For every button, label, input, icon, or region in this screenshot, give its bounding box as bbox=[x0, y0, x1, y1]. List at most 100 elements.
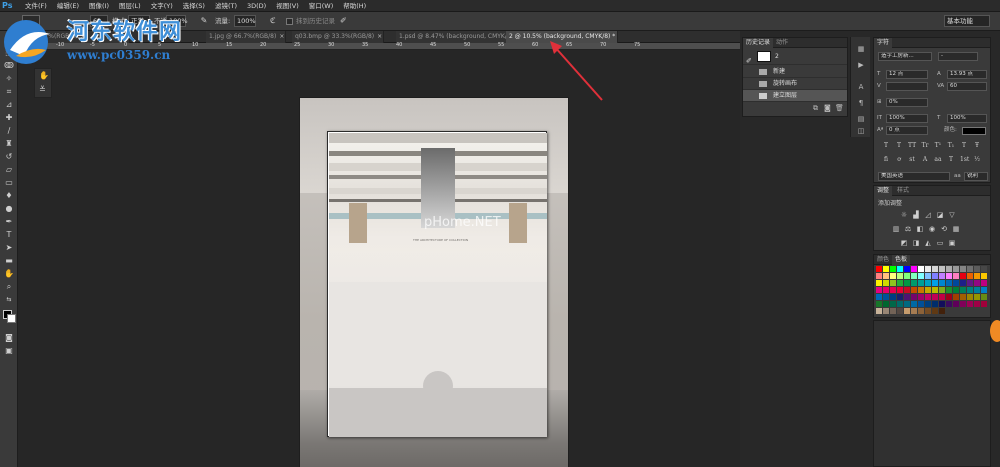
color-swatch[interactable] bbox=[946, 294, 952, 300]
hand-tool-icon[interactable]: ✋ bbox=[3, 269, 15, 278]
quick-select-tool-icon[interactable]: ✧ bbox=[3, 74, 15, 83]
menu-item[interactable]: 选择(S) bbox=[178, 0, 210, 12]
color-swatch[interactable] bbox=[981, 280, 987, 286]
hue-saturation-icon[interactable]: ▥ bbox=[892, 226, 900, 233]
color-swatch[interactable] bbox=[876, 294, 882, 300]
pressure-size-icon[interactable]: ✐ bbox=[340, 15, 347, 27]
color-swatch[interactable] bbox=[890, 280, 896, 286]
color-swatch[interactable] bbox=[897, 308, 903, 314]
history-step[interactable]: 新建 bbox=[743, 66, 847, 78]
gradient-map-icon[interactable]: ▭ bbox=[936, 240, 944, 247]
color-swatch[interactable] bbox=[967, 273, 973, 279]
color-swatch[interactable] bbox=[960, 280, 966, 286]
layers-panel-icon[interactable]: ▤ bbox=[856, 115, 866, 123]
eyedropper-tool-icon[interactable]: ⊿ bbox=[3, 100, 15, 109]
history-checkbox[interactable] bbox=[286, 18, 293, 25]
color-swatch[interactable] bbox=[932, 301, 938, 307]
color-swatch[interactable] bbox=[932, 266, 938, 272]
brightness-icon[interactable]: ☼ bbox=[900, 212, 908, 219]
color-swatch[interactable] bbox=[939, 266, 945, 272]
font-family-select[interactable]: 造字工房新... bbox=[878, 52, 932, 61]
color-swatch[interactable] bbox=[967, 280, 973, 286]
color-swatch[interactable] bbox=[932, 294, 938, 300]
type-style-button[interactable]: T bbox=[895, 142, 903, 150]
color-swatch[interactable] bbox=[974, 273, 980, 279]
color-swatch[interactable] bbox=[904, 301, 910, 307]
scale-field[interactable]: 0% bbox=[886, 98, 928, 107]
menu-item[interactable]: 窗口(W) bbox=[304, 0, 339, 12]
tab-character[interactable]: 字符 bbox=[874, 38, 893, 48]
text-color-swatch[interactable] bbox=[962, 127, 986, 135]
history-step[interactable]: 旋转画布 bbox=[743, 78, 847, 90]
vibrance-icon[interactable]: ▽ bbox=[948, 212, 956, 219]
color-swatch[interactable] bbox=[974, 287, 980, 293]
color-swatch[interactable] bbox=[974, 266, 980, 272]
type-style-button[interactable]: T bbox=[882, 142, 890, 150]
photo-filter-icon[interactable]: ◉ bbox=[928, 226, 936, 233]
color-swatch[interactable] bbox=[876, 308, 882, 314]
color-swatch[interactable] bbox=[883, 287, 889, 293]
color-swatch[interactable] bbox=[960, 301, 966, 307]
opentype-button[interactable]: st bbox=[908, 156, 916, 164]
color-swatch[interactable] bbox=[939, 308, 945, 314]
color-swatch[interactable] bbox=[953, 301, 959, 307]
color-swatch[interactable] bbox=[897, 266, 903, 272]
color-swatch[interactable] bbox=[960, 273, 966, 279]
color-swatch[interactable] bbox=[876, 266, 882, 272]
color-swatch[interactable] bbox=[981, 273, 987, 279]
color-swatch[interactable] bbox=[960, 287, 966, 293]
color-swatch[interactable] bbox=[974, 294, 980, 300]
leading-field[interactable]: 13.93 点 bbox=[947, 70, 987, 79]
swap-colors-icon[interactable]: ⇆ bbox=[3, 295, 15, 304]
color-swatch[interactable] bbox=[932, 308, 938, 314]
tab-close-icon[interactable]: × bbox=[279, 33, 284, 40]
history-step-selected[interactable]: 建立图层 bbox=[743, 90, 847, 102]
healing-tool-icon[interactable]: ✚ bbox=[3, 113, 15, 122]
path-select-tool-icon[interactable]: ➤ bbox=[3, 243, 15, 252]
color-swatch[interactable] bbox=[967, 301, 973, 307]
color-swatch[interactable] bbox=[974, 301, 980, 307]
type-style-button[interactable]: TT bbox=[908, 142, 916, 150]
color-swatch[interactable] bbox=[981, 266, 987, 272]
tab-actions[interactable]: 动作 bbox=[773, 38, 791, 48]
color-swatch[interactable] bbox=[876, 287, 882, 293]
color-swatch[interactable] bbox=[925, 301, 931, 307]
color-swatch[interactable] bbox=[897, 287, 903, 293]
antialias-select[interactable]: 锐利 bbox=[964, 172, 988, 181]
menu-item[interactable]: 编辑(E) bbox=[52, 0, 84, 12]
color-swatch[interactable] bbox=[953, 280, 959, 286]
color-swatch[interactable] bbox=[897, 273, 903, 279]
menu-item[interactable]: 图层(L) bbox=[114, 0, 146, 12]
color-swatch[interactable] bbox=[953, 273, 959, 279]
type-style-button[interactable]: T¹ bbox=[934, 142, 942, 150]
menu-item[interactable]: 帮助(H) bbox=[338, 0, 371, 12]
color-swatch[interactable] bbox=[911, 301, 917, 307]
color-swatch[interactable] bbox=[897, 301, 903, 307]
type-tool-icon[interactable]: T bbox=[3, 230, 15, 239]
color-swatch[interactable] bbox=[883, 266, 889, 272]
history-brush-tool-icon[interactable]: ↺ bbox=[3, 152, 15, 161]
horizontal-scale-field[interactable]: 100% bbox=[947, 114, 987, 123]
menu-item[interactable]: 图像(I) bbox=[84, 0, 114, 12]
color-swatch[interactable] bbox=[911, 287, 917, 293]
workspace-select[interactable]: 基本功能 bbox=[944, 15, 990, 27]
opentype-button[interactable]: A bbox=[921, 156, 929, 164]
color-swatch[interactable] bbox=[890, 301, 896, 307]
color-swatch[interactable] bbox=[967, 266, 973, 272]
brush-settings-icon[interactable]: ≚ bbox=[39, 85, 46, 94]
color-swatch[interactable] bbox=[925, 287, 931, 293]
color-swatch[interactable] bbox=[890, 287, 896, 293]
color-swatch[interactable] bbox=[911, 294, 917, 300]
brush-tool-icon[interactable]: ∕ bbox=[3, 126, 15, 135]
actions-panel-icon[interactable]: ▶ bbox=[856, 61, 866, 69]
color-swatch[interactable] bbox=[960, 266, 966, 272]
color-swatch[interactable] bbox=[946, 287, 952, 293]
color-swatch[interactable] bbox=[953, 287, 959, 293]
opentype-button[interactable]: ơ bbox=[895, 156, 903, 164]
delete-icon[interactable]: 🗑 bbox=[835, 104, 844, 112]
quick-mask-icon[interactable]: ◙ bbox=[3, 333, 15, 342]
color-swatch[interactable] bbox=[974, 280, 980, 286]
color-swatch[interactable] bbox=[932, 280, 938, 286]
font-size-field[interactable]: 12 点 bbox=[886, 70, 928, 79]
tab-color[interactable]: 颜色 bbox=[874, 255, 892, 265]
